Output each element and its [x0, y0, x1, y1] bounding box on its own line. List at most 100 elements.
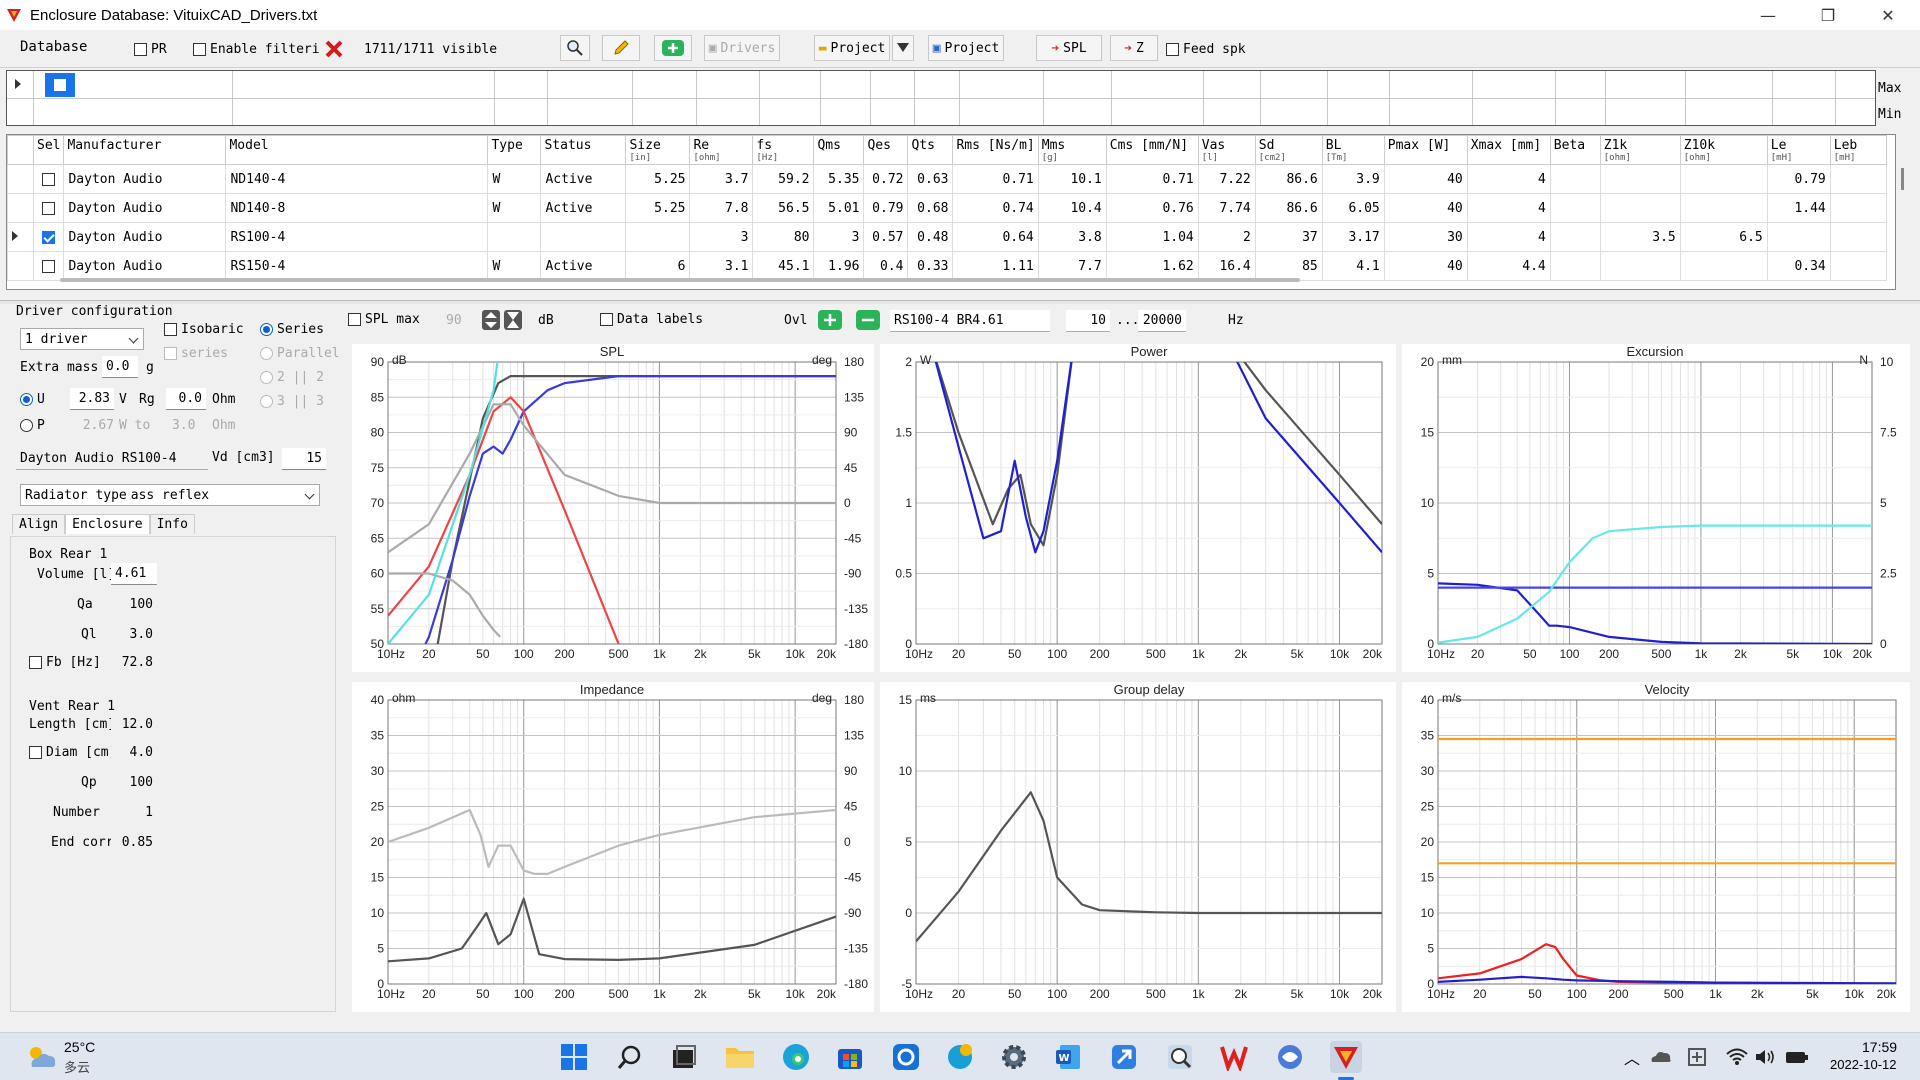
project-dropdown-button[interactable]: [892, 35, 914, 61]
table-cell[interactable]: [1766, 222, 1831, 252]
impedance-chart[interactable]: Impedance ohm deg 40 35 30 25 20 15 10 5 0 180 135 90 4…: [352, 682, 874, 1012]
table-cell[interactable]: 6.05: [1321, 193, 1385, 223]
table-cell[interactable]: 59.2: [752, 164, 815, 194]
table-cell[interactable]: 0.79: [1766, 164, 1831, 194]
column-header[interactable]: Beta: [1549, 135, 1601, 165]
tab-enclosure[interactable]: Enclosure: [65, 514, 150, 534]
freq-to-input[interactable]: 20000: [1138, 310, 1186, 332]
table-cell[interactable]: 0.34: [1766, 251, 1831, 281]
edit-button[interactable]: [602, 35, 640, 61]
table-cell[interactable]: 1.04: [1105, 222, 1199, 252]
table-cell[interactable]: 0.33: [907, 251, 954, 281]
table-cell[interactable]: [1549, 251, 1601, 281]
table-cell[interactable]: ND140-4: [225, 164, 489, 194]
table-cell[interactable]: 3: [689, 222, 754, 252]
table-cell[interactable]: W: [487, 193, 542, 223]
tab-align[interactable]: Align: [12, 514, 66, 534]
number-input[interactable]: 1: [111, 801, 157, 823]
vituixcad-icon[interactable]: [1330, 1041, 1362, 1073]
column-header[interactable]: Mms [g]: [1037, 135, 1107, 165]
column-header[interactable]: Xmax [mm]: [1466, 135, 1551, 165]
table-cell[interactable]: 86.6: [1254, 193, 1323, 223]
table-cell[interactable]: RS150-4: [225, 251, 489, 281]
wps-icon[interactable]: [1218, 1041, 1250, 1073]
minimize-button[interactable]: —: [1740, 0, 1796, 30]
table-cell[interactable]: 5.25: [625, 164, 691, 194]
table-cell[interactable]: 40: [1383, 193, 1468, 223]
table-cell[interactable]: 0.63: [907, 164, 954, 194]
table-cell[interactable]: RS100-4: [225, 222, 489, 252]
ql-input[interactable]: 3.0: [111, 623, 157, 645]
column-header[interactable]: Model: [225, 135, 489, 165]
table-cell[interactable]: W: [487, 251, 542, 281]
table-cell[interactable]: [1829, 222, 1887, 252]
column-header[interactable]: Pmax [W]: [1383, 135, 1468, 165]
freq-from-input[interactable]: 10: [1066, 310, 1110, 332]
table-cell[interactable]: 0.71: [952, 164, 1039, 194]
word-icon[interactable]: W: [1052, 1041, 1084, 1073]
export-spl-button[interactable]: ➔ SPL: [1036, 35, 1102, 61]
table-row[interactable]: Dayton Audio RS150-4 W Active 6 3.1 45.1 1.96 0.…: [7, 251, 1887, 281]
table-cell[interactable]: 7.8: [689, 193, 754, 223]
chevron-up-icon[interactable]: ︿: [1624, 1045, 1640, 1069]
magnifier-app-icon[interactable]: [1164, 1041, 1196, 1073]
table-cell[interactable]: Dayton Audio: [63, 164, 227, 194]
power-chart[interactable]: Power W 2 1.5 1 0.5 0 10Hz 20 50 100 200 500 1k 2k 5k 10…: [880, 344, 1396, 672]
velocity-chart[interactable]: Velocity m/s 40 35 30 25 20 15 10 5 0 10Hz 20 50 100 20…: [1402, 682, 1910, 1012]
table-cell[interactable]: 56.5: [752, 193, 815, 223]
filter-sel-checkbox[interactable]: [45, 73, 75, 97]
table-cell[interactable]: 0.79: [863, 193, 909, 223]
table-cell[interactable]: 1.62: [1105, 251, 1199, 281]
table-cell[interactable]: 0.71: [1105, 164, 1199, 194]
fb-checkbox[interactable]: Fb [Hz]: [29, 655, 101, 670]
table-cell[interactable]: 3.17: [1321, 222, 1385, 252]
table-cell[interactable]: 5.25: [625, 193, 691, 223]
table-cell[interactable]: 7.74: [1197, 193, 1256, 223]
add-button[interactable]: [654, 35, 692, 61]
table-cell[interactable]: 16.4: [1197, 251, 1256, 281]
driver-table[interactable]: Sel Manufacturer Model Type Status Size [in] Re…: [6, 134, 1896, 290]
close-button[interactable]: ✕: [1860, 0, 1916, 30]
column-header[interactable]: Sd [cm2]: [1254, 135, 1323, 165]
series-checkbox[interactable]: series: [164, 346, 228, 361]
column-header[interactable]: Type: [487, 135, 542, 165]
row-pointer[interactable]: [7, 164, 34, 194]
column-header[interactable]: Vas [l]: [1197, 135, 1256, 165]
row-pointer[interactable]: [7, 193, 34, 223]
table-cell[interactable]: [1829, 251, 1887, 281]
drivers-button[interactable]: ▣ Drivers: [704, 35, 780, 61]
spl-chart[interactable]: SPL dB deg 90 85 80 75 70 65 60 55 50 180 135 90 45 0 -45…: [352, 344, 874, 672]
length-input[interactable]: 12.0: [111, 713, 157, 735]
table-cell[interactable]: Dayton Audio: [63, 222, 227, 252]
search-icon[interactable]: [614, 1041, 646, 1073]
store-icon[interactable]: [834, 1041, 866, 1073]
clock-time[interactable]: 17:59: [1862, 1039, 1897, 1055]
three-parallel-radio[interactable]: 3 || 3: [260, 394, 324, 409]
table-cell[interactable]: 3.9: [1321, 164, 1385, 194]
table-cell[interactable]: 85: [1254, 251, 1323, 281]
table-cell[interactable]: [1549, 222, 1601, 252]
table-cell[interactable]: 0.74: [952, 193, 1039, 223]
table-row[interactable]: Dayton Audio ND140-8 W Active 5.25 7.8 56.5 5.0…: [7, 193, 1887, 223]
table-cell[interactable]: [1549, 193, 1601, 223]
u-input[interactable]: 2.83: [70, 388, 114, 410]
table-cell[interactable]: 3.1: [689, 251, 754, 281]
battery-icon[interactable]: [1784, 1041, 1810, 1073]
row-pointer[interactable]: [7, 222, 34, 252]
data-labels-checkbox[interactable]: Data labels: [600, 312, 703, 327]
table-cell[interactable]: 2: [1197, 222, 1256, 252]
browser-icon[interactable]: [944, 1041, 976, 1073]
table-cell[interactable]: 3.8: [1037, 222, 1107, 252]
table-cell[interactable]: 5.01: [813, 193, 865, 223]
p-ohm-input[interactable]: 3.0: [172, 418, 195, 433]
save-project-button[interactable]: ▣ Project: [928, 35, 1004, 61]
clock-date[interactable]: 2022-10-12: [1830, 1057, 1897, 1072]
column-header[interactable]: BL [Tm]: [1321, 135, 1385, 165]
column-header[interactable]: Rms [Ns/m]: [952, 135, 1039, 165]
column-header[interactable]: Cms [mm/N]: [1105, 135, 1199, 165]
table-cell[interactable]: 3: [813, 222, 865, 252]
table-cell[interactable]: 6: [625, 251, 691, 281]
volume-icon[interactable]: [1752, 1041, 1778, 1073]
diam-input[interactable]: 4.0: [111, 741, 157, 763]
weather-icon[interactable]: [24, 1041, 60, 1075]
